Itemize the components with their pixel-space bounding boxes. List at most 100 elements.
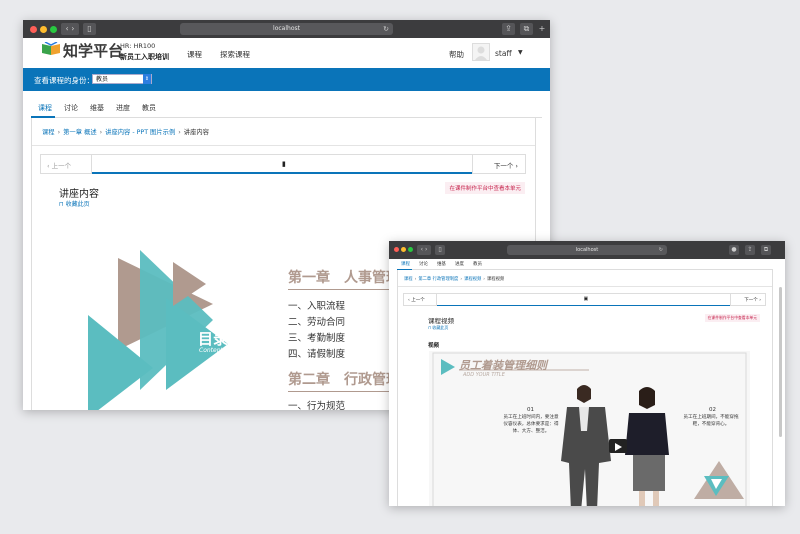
scrollbar[interactable]: [779, 287, 782, 437]
new-tab-icon[interactable]: +: [537, 23, 547, 35]
nav-help-link[interactable]: 帮助: [449, 49, 464, 60]
tab-discussion[interactable]: 讨论: [419, 261, 428, 267]
chevron-right-icon: ›: [757, 298, 761, 303]
tab-progress[interactable]: 进度: [455, 261, 464, 267]
reload-icon[interactable]: ↻: [383, 23, 389, 35]
active-sequence-indicator: [437, 305, 730, 306]
back-forward-icon[interactable]: ‹ ›: [61, 23, 79, 35]
tab-wiki[interactable]: 维基: [437, 261, 446, 267]
unit-container: 课程 › 第二章 行政管理制度 › 课程视频 › 课程视频 ‹ 上一个 ▣ 下一个 › 课程…: [397, 270, 773, 506]
role-select-value: 教员: [96, 76, 109, 83]
breadcrumb-item[interactable]: 第二章 行政管理制度: [418, 277, 458, 282]
play-icon: [615, 443, 622, 451]
slide-list-item: 二、劳动合同: [288, 317, 346, 328]
tab-course[interactable]: 课程: [38, 103, 52, 113]
tab-progress[interactable]: 进度: [116, 103, 130, 113]
next-button[interactable]: 下一个 ›: [494, 160, 518, 170]
tabs-icon[interactable]: ⧉: [520, 23, 533, 35]
address-bar[interactable]: localhost ↻: [180, 23, 393, 35]
chevron-right-icon: ›: [513, 162, 518, 170]
view-in-studio-link[interactable]: 在课件制作平台中查看本单元: [704, 314, 760, 322]
previous-button[interactable]: ‹ 上一个: [47, 160, 71, 170]
slide-triangles-graphic: [88, 250, 228, 410]
browser-window-secondary: ‹ › ▯ localhost ↻ ● ⇪ ⧉ 课程 讨论 维基 进度 教员 课…: [389, 241, 785, 506]
tab-course[interactable]: 课程: [401, 261, 410, 267]
settings-icon[interactable]: ●: [729, 245, 739, 255]
tab-instructor[interactable]: 教员: [473, 261, 482, 267]
bookmark-button[interactable]: ⊓ 收藏此页: [59, 199, 90, 208]
zoom-window-button[interactable]: [408, 247, 413, 252]
nav-explore-link[interactable]: 探索课程: [220, 49, 250, 60]
role-select[interactable]: 教员 ⇕: [92, 74, 152, 84]
bookmark-label: 收藏此页: [432, 325, 449, 330]
slide-list-item: 一、入职流程: [288, 301, 346, 312]
username[interactable]: staff: [495, 49, 512, 58]
back-forward-icon[interactable]: ‹ ›: [417, 245, 431, 255]
tab-wiki[interactable]: 维基: [90, 103, 104, 113]
video-point-text: 员工在上班时间内，要注意仪容仪表，总体要求是：得体、大方、整洁。: [503, 415, 559, 434]
view-as-label: 查看课程的身份：: [34, 76, 94, 85]
sequence-tab[interactable]: ▮: [91, 155, 473, 174]
breadcrumb-item[interactable]: 课程: [404, 277, 413, 282]
logo-text[interactable]: 知学平台: [63, 40, 123, 61]
breadcrumb-separator-icon: ›: [460, 277, 463, 282]
active-sequence-indicator: [92, 172, 472, 174]
video-heading: 视频: [428, 343, 440, 349]
course-code: HR: HR100: [120, 42, 156, 50]
previous-label: 上一个: [51, 162, 72, 170]
previous-label: 上一个: [411, 298, 425, 303]
reload-icon[interactable]: ↻: [659, 245, 663, 255]
unit-title: 课程视频: [428, 317, 454, 325]
video-player[interactable]: 员工着装管理细则 ADD YOUR TITLE 01 员工在上班时间内，要注意仪…: [429, 351, 750, 506]
sidebar-icon[interactable]: ▯: [435, 245, 445, 255]
video-point-number: 02: [709, 407, 716, 413]
course-tabs: 课程 讨论 维基 进度 教员: [31, 100, 542, 118]
play-button[interactable]: [609, 439, 627, 453]
sequence-tab[interactable]: ▣: [436, 294, 731, 306]
address-bar[interactable]: localhost ↻: [507, 245, 667, 255]
course-content-panel: 课程 讨论 维基 进度 教员 课程 › 第二章 行政管理制度 › 课程视频 › 课程视频 ‹…: [389, 259, 785, 506]
nav-course-link[interactable]: 课程: [187, 49, 202, 60]
minimize-window-button[interactable]: [401, 247, 406, 252]
video-slide-subtitle: ADD YOUR TITLE: [463, 372, 505, 378]
bookmark-icon: ⊓: [59, 201, 66, 208]
view-in-studio-link[interactable]: 在课件制作平台中查看本单元: [445, 182, 525, 194]
video-point-number: 01: [527, 407, 534, 413]
divider: [32, 145, 535, 146]
close-window-button[interactable]: [394, 247, 399, 252]
avatar[interactable]: [472, 43, 490, 61]
course-tabs: 课程 讨论 维基 进度 教员: [397, 259, 773, 270]
minimize-window-button[interactable]: [40, 26, 47, 33]
browser-toolbar: ‹ › ▯ localhost ↻ ⇪ ⧉ +: [23, 20, 550, 38]
video-icon: ▣: [583, 296, 589, 302]
breadcrumb: 课程 › 第二章 行政管理制度 › 课程视频 › 课程视频: [404, 276, 504, 282]
view-as-bar: 查看课程的身份： 教员 ⇕: [23, 68, 550, 91]
close-window-button[interactable]: [30, 26, 37, 33]
breadcrumb-current: 讲座内容: [183, 129, 209, 136]
share-icon[interactable]: ⇪: [502, 23, 515, 35]
sidebar-icon[interactable]: ▯: [83, 23, 96, 35]
breadcrumb-item[interactable]: 第一章 概述: [63, 129, 97, 136]
breadcrumb-item[interactable]: 课程视频: [464, 277, 481, 282]
bookmark-button[interactable]: ⊓ 收藏此页: [428, 325, 448, 331]
tab-instructor[interactable]: 教员: [142, 103, 156, 113]
user-menu-caret-icon[interactable]: ▼: [518, 49, 523, 56]
zoom-window-button[interactable]: [50, 26, 57, 33]
next-button[interactable]: 下一个 ›: [744, 297, 761, 303]
share-icon[interactable]: ⇪: [745, 245, 755, 255]
bookmark-label: 收藏此页: [65, 201, 90, 208]
sequence-nav: ‹ 上一个 ▮ 下一个 ›: [40, 154, 526, 174]
slide-mulu-title: 目录: [198, 330, 229, 348]
breadcrumb-separator-icon: ›: [57, 129, 61, 136]
slide-list-item: 三、考勤制度: [288, 333, 346, 344]
logo-book-icon: [42, 42, 60, 55]
breadcrumb: 课程 › 第一章 概述 › 讲座内容 - PPT 图片示例 › 讲座内容: [42, 127, 209, 136]
previous-button[interactable]: ‹ 上一个: [408, 297, 425, 303]
breadcrumb-separator-icon: ›: [483, 277, 485, 282]
breadcrumb-item[interactable]: 课程: [42, 129, 55, 136]
slide-chapter-heading: 第二章 行政管理: [288, 372, 400, 388]
tab-discussion[interactable]: 讨论: [64, 103, 78, 113]
tabs-icon[interactable]: ⧉: [761, 245, 771, 255]
breadcrumb-item[interactable]: 讲座内容 - PPT 图片示例: [105, 129, 175, 136]
slide-chapter-heading: 第一章 人事管理: [288, 270, 400, 286]
